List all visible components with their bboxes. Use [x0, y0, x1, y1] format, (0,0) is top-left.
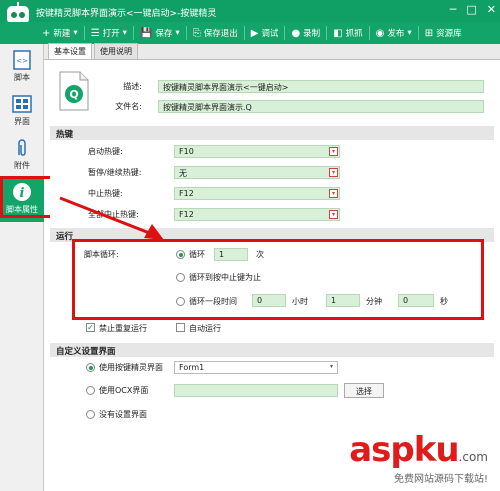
window-title: 按键精灵脚本界面演示<一键启动>-按键精灵: [36, 9, 217, 19]
library-icon: ⊞: [424, 27, 434, 39]
auto-run-checkbox[interactable]: [176, 323, 185, 332]
record-label: 录制: [303, 29, 321, 39]
auto-run-label: 自动运行: [189, 324, 221, 333]
stop-all-hotkey-select[interactable]: F12 ▾: [174, 208, 340, 221]
sidebar-item-script[interactable]: <> 脚本: [0, 46, 44, 90]
hotkeys-section-header: 热键: [50, 126, 494, 140]
filename-field[interactable]: 按键精灵脚本界面演示.Q: [158, 100, 484, 113]
custom-ui-section-header: 自定义设置界面: [50, 343, 494, 357]
choose-button[interactable]: 选择: [344, 383, 384, 398]
svg-text:<>: <>: [16, 57, 28, 65]
dropdown-arrow-icon: ▾: [329, 147, 338, 156]
q-file-icon: Q: [59, 71, 89, 111]
capture-label: 抓抓: [345, 29, 363, 39]
no-rerun-checkbox[interactable]: ✓: [86, 323, 95, 332]
use-ocx-ui-radio[interactable]: [86, 386, 95, 395]
publish-label: 发布: [387, 29, 405, 39]
play-icon: ▶: [250, 27, 259, 39]
paperclip-icon: [18, 139, 26, 156]
pause-hotkey-select[interactable]: 无 ▾: [174, 166, 340, 179]
watermark-logo: aspku: [349, 430, 459, 470]
red-arrow-icon: [59, 196, 164, 240]
open-button[interactable]: ☰ 打开 ▾: [85, 26, 134, 40]
tab-bar: 基本设置 使用说明: [44, 43, 500, 60]
save-exit-button[interactable]: ⎘ 保存退出: [187, 26, 245, 40]
sidebar-item-attachment[interactable]: 附件: [0, 134, 44, 178]
dropdown-arrow-icon: ▾: [327, 363, 336, 372]
close-button[interactable]: ✕: [487, 3, 496, 16]
sidebar-item-interface[interactable]: 界面: [0, 90, 44, 134]
maximize-button[interactable]: □: [466, 3, 476, 16]
debug-button[interactable]: ▶ 调试: [245, 26, 286, 40]
sidebar: <> 脚本 界面 附件 i 脚本属性: [0, 44, 44, 491]
description-label: 描述:: [123, 82, 142, 91]
toolbar: + 新建 ▾ ☰ 打开 ▾ 💾 保存 ▾ ⎘ 保存退出 ▶ 调试 ● 录制 ◧ …: [0, 22, 500, 44]
capture-button[interactable]: ◧ 抓抓: [327, 26, 370, 40]
plus-icon: +: [42, 27, 51, 39]
use-ocx-ui-label: 使用OCX界面: [99, 386, 149, 395]
title-bar: 按键精灵脚本界面演示<一键启动>-按键精灵 ─ □ ✕: [0, 0, 500, 22]
grid-icon: [12, 95, 32, 113]
resource-library-label: 资源库: [436, 29, 462, 39]
dropdown-arrow-icon: ▾: [407, 28, 412, 38]
watermark-subtitle: 免费网站源码下载站!: [393, 474, 488, 485]
dropdown-arrow-icon: ▾: [329, 168, 338, 177]
script-icon: <>: [13, 50, 31, 70]
dropdown-arrow-icon: ▾: [122, 28, 127, 38]
window-controls: ─ □ ✕: [450, 3, 496, 16]
debug-label: 调试: [261, 29, 279, 39]
form-select[interactable]: Form1 ▾: [174, 361, 338, 374]
dropdown-arrow-icon: ▾: [73, 28, 78, 38]
tab-basic-settings[interactable]: 基本设置: [48, 43, 92, 59]
highlight-box-loop: [72, 239, 484, 320]
no-ui-label: 没有设置界面: [99, 410, 147, 419]
record-icon: ●: [291, 27, 301, 39]
new-label: 新建: [53, 29, 71, 39]
start-hotkey-select[interactable]: F10 ▾: [174, 145, 340, 158]
use-builtin-ui-radio[interactable]: [86, 363, 95, 372]
open-label: 打开: [102, 29, 120, 39]
resource-library-button[interactable]: ⊞ 资源库: [419, 26, 468, 40]
ocx-path-field[interactable]: [174, 384, 338, 397]
sidebar-item-label: 界面: [14, 117, 30, 126]
use-builtin-ui-label: 使用按键精灵界面: [99, 363, 163, 372]
publish-button[interactable]: ◉ 发布 ▾: [370, 26, 419, 40]
watermark: aspku.com 免费网站源码下载站!: [349, 430, 488, 485]
no-rerun-label: 禁止重复运行: [99, 324, 147, 333]
capture-icon: ◧: [333, 27, 343, 39]
dropdown-arrow-icon: ▾: [329, 189, 338, 198]
stop-hotkey-select[interactable]: F12 ▾: [174, 187, 340, 200]
save-label: 保存: [155, 29, 173, 39]
new-button[interactable]: + 新建 ▾: [36, 26, 85, 40]
hotkey-label: 暂停/继续热键:: [88, 168, 142, 177]
dropdown-arrow-icon: ▾: [329, 210, 338, 219]
sidebar-item-label: 附件: [14, 161, 30, 170]
folder-icon: ☰: [90, 27, 100, 39]
save-exit-label: 保存退出: [203, 29, 238, 39]
publish-icon: ◉: [375, 27, 385, 39]
record-button[interactable]: ● 录制: [285, 26, 328, 40]
tab-usage-notes[interactable]: 使用说明: [94, 43, 138, 59]
save-button[interactable]: 💾 保存 ▾: [134, 26, 187, 40]
sidebar-item-label: 脚本: [14, 73, 30, 82]
dropdown-arrow-icon: ▾: [175, 28, 180, 38]
save-exit-icon: ⎘: [192, 27, 201, 39]
no-ui-radio[interactable]: [86, 410, 95, 419]
save-icon: 💾: [139, 27, 153, 39]
svg-text:Q: Q: [69, 88, 78, 101]
filename-label: 文件名:: [115, 102, 142, 111]
hotkey-label: 启动热键:: [88, 147, 123, 156]
description-field[interactable]: 按键精灵脚本界面演示<一键启动>: [158, 80, 484, 93]
minimize-button[interactable]: ─: [450, 3, 457, 16]
